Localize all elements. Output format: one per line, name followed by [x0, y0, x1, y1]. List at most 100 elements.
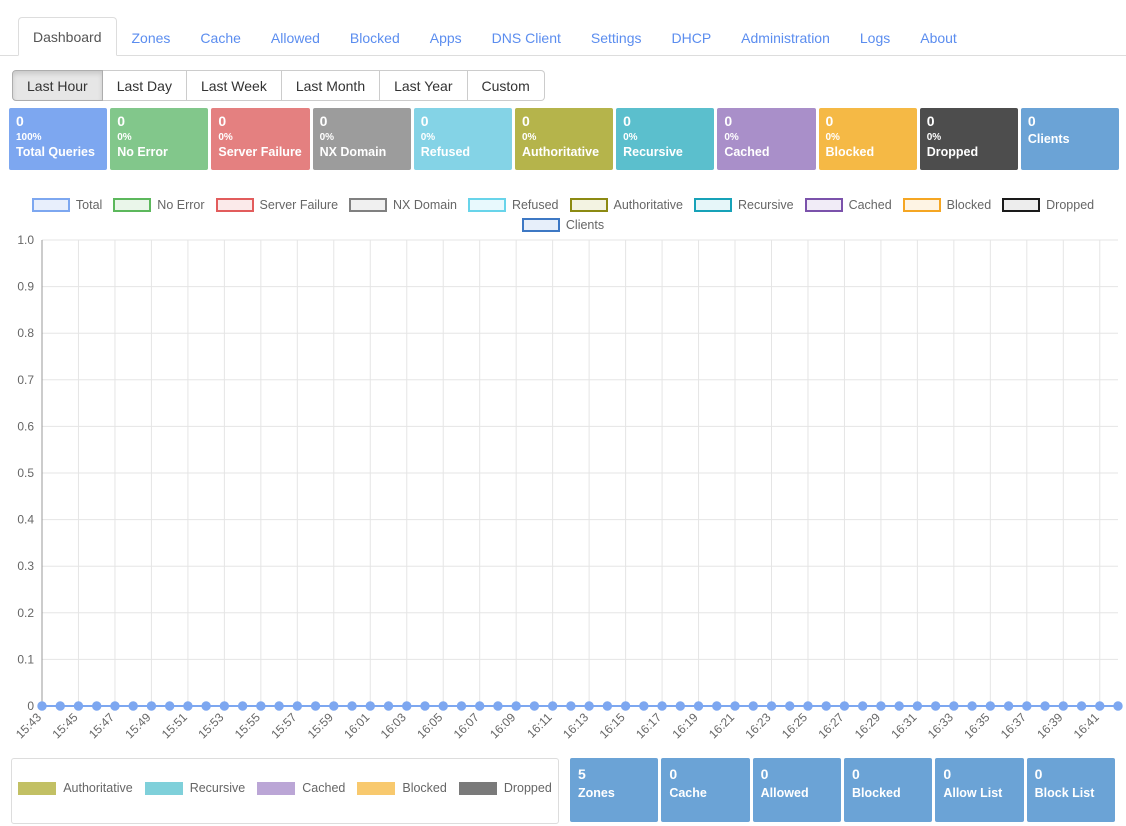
- stat-card-clients[interactable]: 0 Clients: [1020, 108, 1120, 170]
- series-point-total[interactable]: [1113, 701, 1123, 711]
- series-point-total[interactable]: [55, 701, 65, 711]
- bottom-card-block-list[interactable]: 0 Block List: [1026, 758, 1115, 822]
- series-point-total[interactable]: [657, 701, 667, 711]
- series-point-total[interactable]: [584, 701, 594, 711]
- series-point-total[interactable]: [201, 701, 211, 711]
- nav-tab-dashboard[interactable]: Dashboard: [18, 16, 117, 56]
- series-point-total[interactable]: [566, 701, 576, 711]
- range-button-last-year[interactable]: Last Year: [380, 70, 468, 101]
- series-point-total[interactable]: [547, 701, 558, 711]
- nav-tab-logs[interactable]: Logs: [845, 18, 905, 56]
- legend-item-nx-domain[interactable]: NX Domain: [349, 198, 457, 212]
- range-button-last-day[interactable]: Last Day: [102, 70, 187, 101]
- legend-item-server-failure[interactable]: Server Failure: [215, 198, 338, 212]
- nav-tab-settings[interactable]: Settings: [576, 18, 657, 56]
- stat-card-cached[interactable]: 0 0% Cached: [717, 108, 816, 170]
- series-point-total[interactable]: [310, 701, 321, 711]
- series-point-total[interactable]: [237, 701, 248, 711]
- range-button-last-hour[interactable]: Last Hour: [12, 70, 103, 101]
- series-point-total[interactable]: [748, 701, 758, 711]
- series-point-total[interactable]: [857, 701, 868, 711]
- series-point-total[interactable]: [839, 701, 850, 711]
- legend-item-authoritative[interactable]: Authoritative: [569, 198, 683, 212]
- series-point-total[interactable]: [693, 701, 704, 711]
- series-point-total[interactable]: [1058, 701, 1068, 711]
- series-point-total[interactable]: [511, 701, 521, 711]
- series-point-total[interactable]: [219, 701, 230, 711]
- series-point-total[interactable]: [438, 701, 448, 711]
- legend-item-no-error[interactable]: No Error: [113, 198, 205, 212]
- stat-card-no-error[interactable]: 0 0% No Error: [110, 108, 209, 170]
- series-point-total[interactable]: [967, 701, 977, 711]
- series-point-total[interactable]: [1095, 701, 1105, 711]
- series-point-total[interactable]: [402, 701, 412, 711]
- series-point-total[interactable]: [164, 701, 175, 711]
- series-point-total[interactable]: [876, 701, 886, 711]
- stat-card-refused[interactable]: 0 0% Refused: [413, 108, 512, 170]
- stat-card-authoritative[interactable]: 0 0% Authoritative: [514, 108, 614, 170]
- nav-tab-allowed[interactable]: Allowed: [256, 18, 335, 56]
- series-point-total[interactable]: [894, 701, 904, 711]
- series-point-total[interactable]: [803, 701, 813, 711]
- series-point-total[interactable]: [110, 701, 120, 711]
- series-point-total[interactable]: [37, 701, 47, 711]
- nav-tab-cache[interactable]: Cache: [185, 18, 255, 56]
- series-point-total[interactable]: [456, 701, 467, 711]
- bottom-card-allowed[interactable]: 0 Allowed: [752, 758, 841, 822]
- legend-item-total[interactable]: Total: [31, 198, 102, 212]
- nav-tab-dhcp[interactable]: DHCP: [657, 18, 727, 56]
- legend-item-blocked[interactable]: Blocked: [902, 198, 991, 212]
- series-point-total[interactable]: [1040, 701, 1050, 711]
- series-point-total[interactable]: [529, 701, 540, 711]
- series-point-total[interactable]: [183, 701, 193, 711]
- doughnut-legend-item-authoritative[interactable]: Authoritative: [18, 781, 133, 795]
- series-point-total[interactable]: [493, 701, 503, 711]
- doughnut-legend-item-dropped[interactable]: Dropped: [458, 781, 552, 795]
- legend-item-refused[interactable]: Refused: [467, 198, 559, 212]
- nav-tab-administration[interactable]: Administration: [726, 18, 845, 56]
- doughnut-legend-item-cached[interactable]: Cached: [257, 781, 345, 795]
- series-point-total[interactable]: [73, 701, 84, 711]
- series-point-total[interactable]: [620, 701, 631, 711]
- series-point-total[interactable]: [365, 701, 375, 711]
- series-point-total[interactable]: [146, 701, 157, 711]
- series-point-total[interactable]: [92, 701, 102, 711]
- series-point-total[interactable]: [912, 701, 923, 711]
- legend-item-recursive[interactable]: Recursive: [694, 198, 794, 212]
- series-point-total[interactable]: [602, 701, 613, 711]
- nav-tab-about[interactable]: About: [905, 18, 972, 56]
- stat-card-dropped[interactable]: 0 0% Dropped: [919, 108, 1018, 170]
- series-point-total[interactable]: [274, 701, 284, 711]
- bottom-card-allow-list[interactable]: 0 Allow List: [935, 758, 1024, 822]
- series-point-total[interactable]: [712, 701, 722, 711]
- main-line-chart[interactable]: 0 0.1 0.2 0.3 0.4 0.5 0.6 0.7 0.8 0.9 1.0 15:43 15:4…: [0, 232, 1126, 758]
- bottom-card-blocked[interactable]: 0 Blocked: [843, 758, 933, 822]
- stat-card-nx-domain[interactable]: 0 0% NX Domain: [312, 108, 411, 170]
- nav-tab-dns-client[interactable]: DNS Client: [477, 18, 576, 56]
- stat-card-total-queries[interactable]: 0 100% Total Queries: [9, 108, 108, 170]
- series-point-total[interactable]: [821, 701, 831, 711]
- series-point-total[interactable]: [1022, 701, 1032, 711]
- series-point-total[interactable]: [675, 701, 686, 711]
- bottom-card-zones[interactable]: 5 Zones: [570, 758, 659, 822]
- series-point-total[interactable]: [329, 701, 339, 711]
- series-point-total[interactable]: [256, 701, 266, 711]
- series-point-total[interactable]: [128, 701, 138, 711]
- doughnut-legend-item-blocked[interactable]: Blocked: [357, 781, 447, 795]
- series-point-total[interactable]: [420, 701, 430, 711]
- series-point-total[interactable]: [785, 701, 795, 711]
- series-point-total[interactable]: [930, 701, 941, 711]
- stat-card-recursive[interactable]: 0 0% Recursive: [616, 108, 715, 170]
- series-point-total[interactable]: [639, 701, 649, 711]
- series-point-total[interactable]: [347, 701, 357, 711]
- nav-tab-blocked[interactable]: Blocked: [335, 18, 415, 56]
- series-point-total[interactable]: [949, 701, 959, 711]
- doughnut-legend-item-recursive[interactable]: Recursive: [144, 781, 245, 795]
- legend-item-clients[interactable]: Clients: [521, 218, 604, 232]
- series-point-total[interactable]: [383, 701, 394, 711]
- range-button-custom[interactable]: Custom: [467, 70, 545, 101]
- nav-tab-apps[interactable]: Apps: [415, 18, 477, 56]
- series-point-total[interactable]: [292, 701, 303, 711]
- range-button-last-month[interactable]: Last Month: [281, 70, 381, 101]
- range-button-last-week[interactable]: Last Week: [186, 70, 282, 101]
